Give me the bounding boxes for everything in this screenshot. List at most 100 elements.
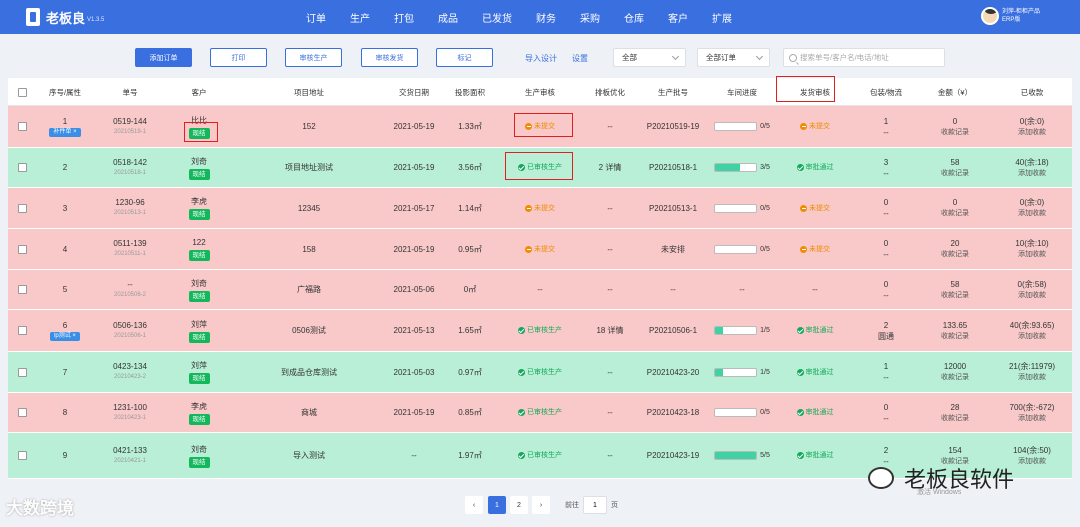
review-shipping-button[interactable]: 审核发货	[361, 48, 418, 67]
shipping-status-text: 未提交	[809, 245, 830, 253]
row-checkbox[interactable]	[17, 122, 27, 131]
workshop-progress: 0/5	[714, 407, 770, 418]
status-filter-select[interactable]: 全部	[613, 48, 686, 67]
next-page-button[interactable]: ›	[532, 496, 550, 514]
order-number[interactable]: 0506-136	[113, 320, 147, 331]
order-subnumber: 20210506-2	[113, 291, 147, 298]
order-type-select[interactable]: 全部订单	[697, 48, 770, 67]
payment-record-link[interactable]: 收款记录	[941, 208, 969, 219]
order-number[interactable]: 1231-100	[113, 402, 147, 413]
col-header-progress: 车间进度	[727, 87, 757, 97]
app-logo[interactable]: 老板良 V1.3.5	[26, 8, 176, 27]
customer-name: 刘萍	[191, 319, 207, 329]
review-production-button[interactable]: 审核生产	[285, 48, 342, 67]
package-count: 2	[883, 320, 889, 330]
nav-item-customers[interactable]: 客户	[668, 10, 688, 25]
payment-record-link[interactable]: 收款记录	[941, 168, 969, 179]
add-payment-link[interactable]: 添加收款	[1018, 290, 1046, 301]
projected-area: 1.33㎡	[458, 122, 482, 131]
add-payment-link[interactable]: 添加收款	[1018, 456, 1046, 467]
nav-item-extensions[interactable]: 扩展	[712, 10, 732, 25]
delivery-date: 2021-05-19	[393, 408, 435, 417]
table-row[interactable]: 4 0511-139 20210511-1 122 现结 158 2021-05-19 0.9…	[8, 229, 1072, 270]
order-number[interactable]: 1230-96	[115, 197, 144, 208]
page-1-button[interactable]: 1	[488, 496, 506, 514]
table-row[interactable]: 3 1230-96 20210513-1 李虎 现结 12345 2021-05-17 1.1…	[8, 188, 1072, 229]
add-payment-link[interactable]: 添加收款	[1018, 168, 1046, 179]
add-payment-link[interactable]: 添加收款	[1018, 249, 1046, 260]
nav-item-packing[interactable]: 打包	[394, 10, 414, 25]
workshop-progress: 0/5	[714, 203, 770, 214]
nav-item-production[interactable]: 生产	[350, 10, 370, 25]
layout-optimization[interactable]: 2 详情	[599, 162, 622, 173]
user-menu[interactable]: 刘萍-柜柜产品 ERP版	[981, 7, 1040, 25]
shipping-status-text: 审批通过	[805, 452, 834, 459]
select-all-checkbox[interactable]	[17, 87, 27, 97]
progress-text: 0/5	[760, 123, 770, 130]
check-circle-icon	[796, 409, 804, 416]
table-row[interactable]: 5 -- 20210506-2 刘奇 现结 广福路 2021-05-06 0㎡ -- -- -- --…	[8, 270, 1072, 310]
package-count: 3	[883, 157, 889, 167]
main-nav: 订单 生产 打包 成品 已发货 财务 采购 仓库 客户 扩展	[306, 0, 756, 34]
delivery-date: 2021-05-06	[393, 285, 435, 294]
add-order-button[interactable]: 添加订单	[135, 48, 192, 67]
payment-record-link[interactable]: 收款记录	[941, 127, 969, 138]
batch-number: --	[670, 285, 676, 294]
table-row[interactable]: 7 0423-134 20210423-2 刘萍 现结 到成品仓库测试 2021-05-03…	[8, 352, 1072, 393]
import-design-link[interactable]: 导入设计	[525, 53, 557, 64]
order-number[interactable]: 0511-139	[113, 238, 146, 249]
row-checkbox[interactable]	[17, 244, 27, 254]
avatar[interactable]	[981, 7, 999, 25]
nav-item-finished[interactable]: 成品	[438, 10, 458, 25]
payment-record-link[interactable]: 收款记录	[941, 249, 969, 260]
project-address: 152	[302, 122, 316, 131]
table-row[interactable]: 8 1231-100 20210423-1 李虎 现结 商城 2021-05-19 0.85㎡…	[8, 393, 1072, 433]
order-number[interactable]: 0423-134	[113, 361, 147, 372]
attribute-tag[interactable]: lp测试 ×	[50, 332, 80, 341]
row-checkbox[interactable]	[17, 203, 27, 213]
nav-item-orders[interactable]: 订单	[306, 10, 326, 25]
table-row[interactable]: 6 lp测试 × 0506-136 20210506-1 刘萍 现结 0506测试 2021-…	[8, 310, 1072, 352]
nav-item-finance[interactable]: 财务	[536, 10, 556, 25]
settings-link[interactable]: 设置	[572, 53, 588, 64]
add-payment-link[interactable]: 添加收款	[1018, 331, 1046, 342]
row-index: 2	[62, 163, 68, 172]
row-checkbox[interactable]	[17, 285, 27, 294]
row-checkbox[interactable]	[17, 367, 27, 377]
mark-button[interactable]: 标记	[436, 48, 493, 67]
payment-record-link[interactable]: 收款记录	[941, 413, 969, 424]
payment-record-link[interactable]: 收款记录	[941, 331, 969, 342]
add-payment-link[interactable]: 添加收款	[1018, 413, 1046, 424]
layout-optimization[interactable]: 18 详情	[596, 325, 623, 336]
check-circle-icon	[796, 368, 804, 376]
order-number[interactable]: --	[127, 279, 132, 290]
row-checkbox[interactable]	[17, 408, 27, 417]
order-number[interactable]: 0421-133	[113, 445, 147, 456]
col-header-paid: 已收款	[1020, 87, 1044, 97]
order-number[interactable]: 0518-142	[113, 157, 147, 168]
order-number[interactable]: 0519-144	[113, 116, 147, 127]
add-payment-link[interactable]: 添加收款	[1018, 372, 1046, 383]
goto-page-input[interactable]	[583, 496, 607, 514]
row-checkbox[interactable]	[17, 326, 27, 335]
page-2-button[interactable]: 2	[510, 496, 528, 514]
batch-number: P20210513-1	[648, 203, 698, 213]
nav-item-purchase[interactable]: 采购	[580, 10, 600, 25]
print-button[interactable]: 打印	[210, 48, 267, 67]
add-payment-link[interactable]: 添加收款	[1018, 127, 1046, 138]
search-input[interactable]	[800, 53, 940, 62]
projected-area: 1.14㎡	[458, 203, 482, 213]
nav-item-shipped[interactable]: 已发货	[482, 10, 512, 25]
nav-item-warehouse[interactable]: 仓库	[624, 10, 644, 25]
progress-text: 1/5	[760, 368, 770, 376]
add-payment-link[interactable]: 添加收款	[1018, 208, 1046, 219]
payment-record-link[interactable]: 收款记录	[941, 372, 969, 383]
shipping-status: 审批通过	[796, 407, 834, 418]
goto-label: 前往	[565, 502, 579, 509]
attribute-tag[interactable]: 补件单 ×	[49, 128, 81, 137]
row-checkbox[interactable]	[17, 451, 27, 460]
row-checkbox[interactable]	[17, 163, 27, 172]
prev-page-button[interactable]: ‹	[465, 496, 483, 514]
payment-record-link[interactable]: 收款记录	[941, 290, 969, 301]
progress-bar	[714, 163, 758, 172]
